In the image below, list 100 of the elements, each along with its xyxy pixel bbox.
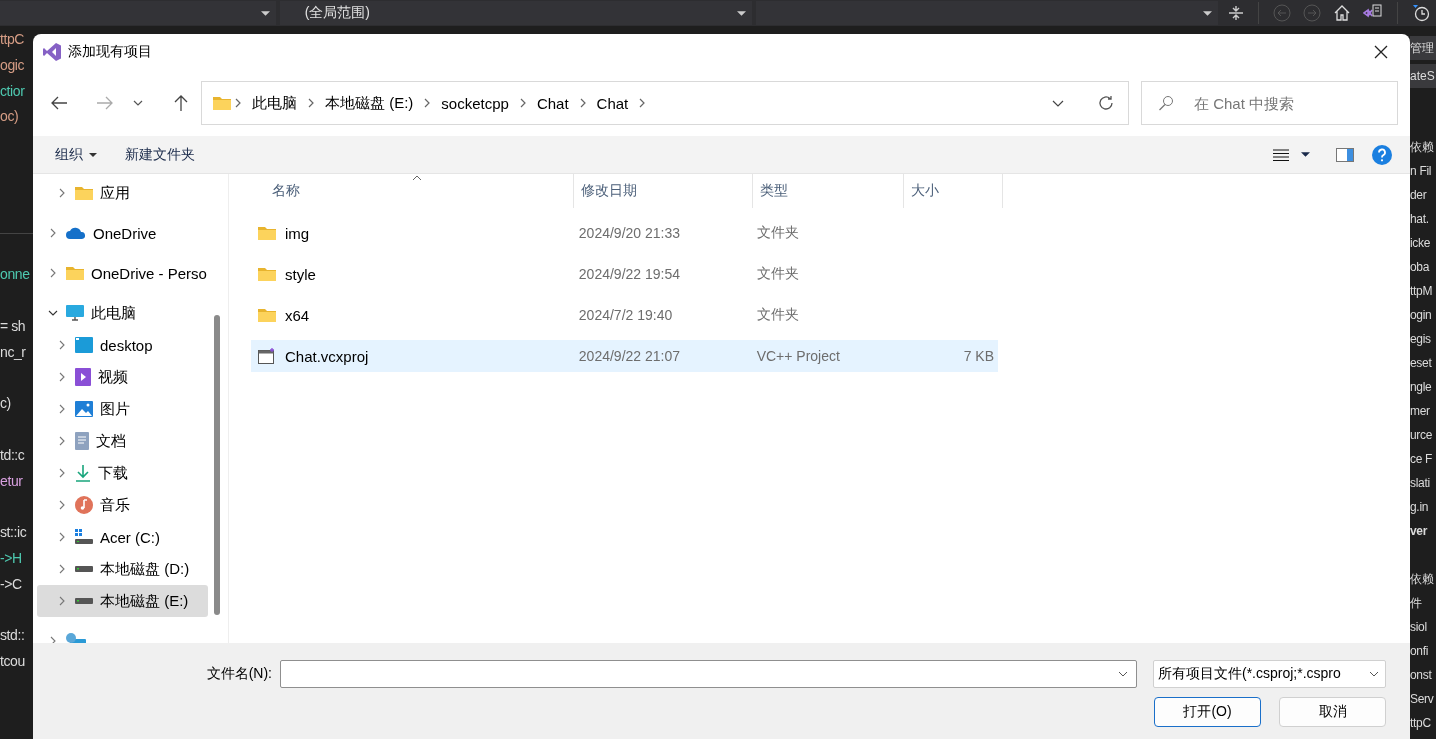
chevron-right-icon[interactable] bbox=[57, 468, 67, 478]
chevron-right-icon[interactable] bbox=[308, 98, 314, 108]
column-header[interactable]: 名称 bbox=[251, 174, 574, 208]
code-fragment: ttpC bbox=[0, 30, 26, 49]
chevron-right-icon[interactable] bbox=[57, 340, 67, 350]
breadcrumb-item[interactable]: Chat bbox=[589, 94, 636, 112]
code-fragment: tcou bbox=[0, 652, 26, 672]
breadcrumb-item[interactable]: socketcpp bbox=[434, 94, 516, 112]
column-header[interactable]: 大小 bbox=[904, 174, 1003, 208]
file-row[interactable]: img 2024/9/20 21:33 文件夹 bbox=[251, 217, 998, 249]
history-icon[interactable] bbox=[1412, 4, 1430, 22]
document-icon bbox=[75, 432, 89, 450]
drive-icon bbox=[75, 566, 93, 572]
file-row[interactable]: Chat.vcxproj 2024/9/22 21:07 VC++ Project 7 KB bbox=[251, 340, 998, 372]
filename-field[interactable] bbox=[280, 660, 1137, 688]
nav-item[interactable]: Acer (C:) bbox=[37, 521, 208, 553]
chevron-right-icon[interactable] bbox=[57, 596, 67, 606]
scope-dropdown[interactable]: (全局范围) bbox=[279, 1, 752, 25]
nav-item[interactable]: 下载 bbox=[37, 457, 208, 489]
nav-item[interactable]: 音乐 bbox=[37, 489, 208, 521]
column-header[interactable]: 修改日期 bbox=[574, 174, 753, 208]
panel-tab[interactable]: ateS bbox=[1410, 64, 1436, 88]
nav-item[interactable]: 图片 bbox=[37, 393, 208, 425]
picture-icon bbox=[75, 401, 93, 417]
code-fragment: onne bbox=[0, 265, 31, 285]
breadcrumb-item[interactable]: 此电脑 bbox=[245, 93, 304, 113]
nav-item[interactable]: desktop bbox=[37, 329, 208, 361]
folder-icon bbox=[258, 267, 276, 281]
chevron-down-icon[interactable] bbox=[1052, 99, 1064, 107]
code-fragment: c) bbox=[0, 394, 12, 414]
forward-arrow-icon[interactable] bbox=[96, 94, 114, 112]
tree-item-fragment: hat. bbox=[1410, 211, 1430, 228]
tree-item-fragment: mer bbox=[1410, 403, 1431, 420]
nav-item[interactable]: OneDrive bbox=[37, 217, 208, 249]
chevron-down-icon[interactable] bbox=[48, 310, 58, 316]
nav-item[interactable]: 文档 bbox=[37, 425, 208, 457]
open-button[interactable]: 打开(O) bbox=[1154, 697, 1261, 727]
file-name: img bbox=[285, 224, 310, 242]
code-fragment: ctior bbox=[0, 81, 26, 101]
chevron-right-icon[interactable] bbox=[639, 98, 646, 108]
chevron-right-icon[interactable] bbox=[57, 404, 67, 414]
chevron-right-icon[interactable] bbox=[57, 532, 67, 542]
close-icon[interactable] bbox=[1374, 45, 1388, 59]
chevron-right-icon[interactable] bbox=[48, 228, 58, 238]
chevron-right-icon[interactable] bbox=[57, 436, 67, 446]
chevron-right-icon[interactable] bbox=[57, 500, 67, 510]
caret-icon bbox=[1203, 10, 1213, 16]
nav-item[interactable]: OneDrive - Perso bbox=[37, 257, 208, 289]
breadcrumb-item[interactable]: Chat bbox=[529, 94, 576, 112]
panel-tab[interactable]: 管理 bbox=[1410, 36, 1436, 60]
tree-item-fragment: 件 bbox=[1410, 595, 1423, 612]
chevron-right-icon[interactable] bbox=[519, 98, 526, 108]
download-icon bbox=[75, 464, 91, 482]
scrollbar-thumb[interactable] bbox=[214, 315, 220, 615]
address-bar[interactable]: 此电脑 本地磁盘 (E:) socketcpp Chat Chat bbox=[201, 81, 1129, 125]
code-fragment: oc) bbox=[0, 107, 20, 127]
breadcrumb-item[interactable]: 本地磁盘 (E:) bbox=[318, 93, 421, 113]
code-fragment: st::ic bbox=[0, 523, 28, 543]
nav-item[interactable]: 应用 bbox=[37, 177, 208, 209]
help-icon[interactable] bbox=[1372, 144, 1392, 165]
view-menu-icon[interactable] bbox=[1273, 148, 1289, 161]
cancel-button[interactable]: 取消 bbox=[1279, 697, 1386, 727]
home-icon[interactable] bbox=[1333, 4, 1352, 22]
file-type: VC++ Project bbox=[756, 348, 840, 364]
caret-icon[interactable] bbox=[1301, 152, 1310, 157]
chevron-down-icon[interactable] bbox=[133, 100, 143, 106]
file-row[interactable]: x64 2024/7/2 19:40 文件夹 bbox=[251, 299, 998, 331]
folder-icon bbox=[258, 308, 276, 322]
cloud-icon bbox=[66, 227, 86, 239]
file-type: 文件夹 bbox=[756, 265, 799, 283]
chevron-right-icon[interactable] bbox=[424, 98, 431, 108]
nav-item[interactable]: 此电脑 bbox=[37, 297, 208, 329]
tree-item-fragment: urce bbox=[1410, 427, 1434, 444]
scope-text: (全局范围) bbox=[304, 4, 370, 22]
back-arrow-icon[interactable] bbox=[50, 94, 68, 112]
chevron-down-icon[interactable] bbox=[1118, 671, 1128, 677]
chevron-right-icon[interactable] bbox=[48, 268, 58, 278]
organize-menu-button[interactable]: 组织 bbox=[47, 141, 105, 168]
preview-pane-icon[interactable] bbox=[1336, 147, 1354, 162]
nav-item[interactable]: 本地磁盘 (D:) bbox=[37, 553, 208, 585]
tree-item-fragment: g.in bbox=[1410, 499, 1430, 516]
new-folder-button[interactable]: 新建文件夹 bbox=[117, 141, 203, 168]
tree-item-fragment: ce F bbox=[1410, 451, 1434, 468]
file-type-dropdown[interactable]: 所有项目文件(*.csproj;*.cspro bbox=[1153, 660, 1386, 688]
column-header[interactable]: 类型 bbox=[753, 174, 904, 208]
tree-item-fragment: eset bbox=[1410, 355, 1433, 372]
nav-item[interactable]: 视频 bbox=[37, 361, 208, 393]
file-row[interactable]: style 2024/9/22 19:54 文件夹 bbox=[251, 258, 998, 290]
drive-icon bbox=[75, 529, 93, 545]
chevron-right-icon[interactable] bbox=[57, 372, 67, 382]
search-bar[interactable]: 在 Chat 中搜索 bbox=[1141, 81, 1398, 125]
chevron-right-icon[interactable] bbox=[579, 98, 586, 108]
chevron-right-icon[interactable] bbox=[57, 564, 67, 574]
refresh-icon[interactable] bbox=[1098, 95, 1114, 111]
nav-item[interactable]: 本地磁盘 (E:) bbox=[37, 585, 208, 617]
folder-icon bbox=[75, 186, 93, 200]
up-arrow-icon[interactable] bbox=[172, 94, 190, 112]
chevron-right-icon[interactable] bbox=[57, 188, 67, 198]
search-field[interactable]: 在 Chat 中搜索 bbox=[1192, 93, 1396, 113]
split-icon[interactable] bbox=[1228, 5, 1245, 21]
